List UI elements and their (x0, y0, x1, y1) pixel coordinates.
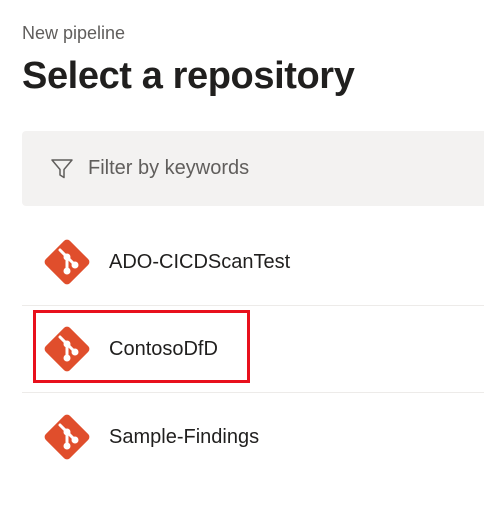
repository-name: ADO-CICDScanTest (109, 251, 291, 273)
filter-icon (49, 156, 75, 182)
git-repo-icon (41, 323, 93, 375)
repository-name: ContosoDfD (109, 338, 218, 360)
breadcrumb: New pipeline (22, 23, 126, 43)
repository-item-ado-cicdscantest[interactable]: ADO-CICDScanTest (22, 219, 484, 306)
git-repo-icon (41, 411, 93, 463)
repository-item-sample-findings[interactable]: Sample-Findings (22, 393, 484, 480)
filter-placeholder: Filter by keywords (88, 157, 250, 179)
repository-name: Sample-Findings (109, 425, 260, 448)
filter-input[interactable]: Filter by keywords (22, 131, 484, 206)
repository-list: ADO-CICDScanTest ContosoDfD Sample-Findi… (22, 219, 484, 480)
select-repository-page: New pipeline Select a repository Filter … (0, 0, 484, 519)
repository-item-contosodfd[interactable]: ContosoDfD (22, 306, 484, 393)
page-title: Select a repository (22, 55, 355, 97)
git-repo-icon (41, 236, 93, 288)
